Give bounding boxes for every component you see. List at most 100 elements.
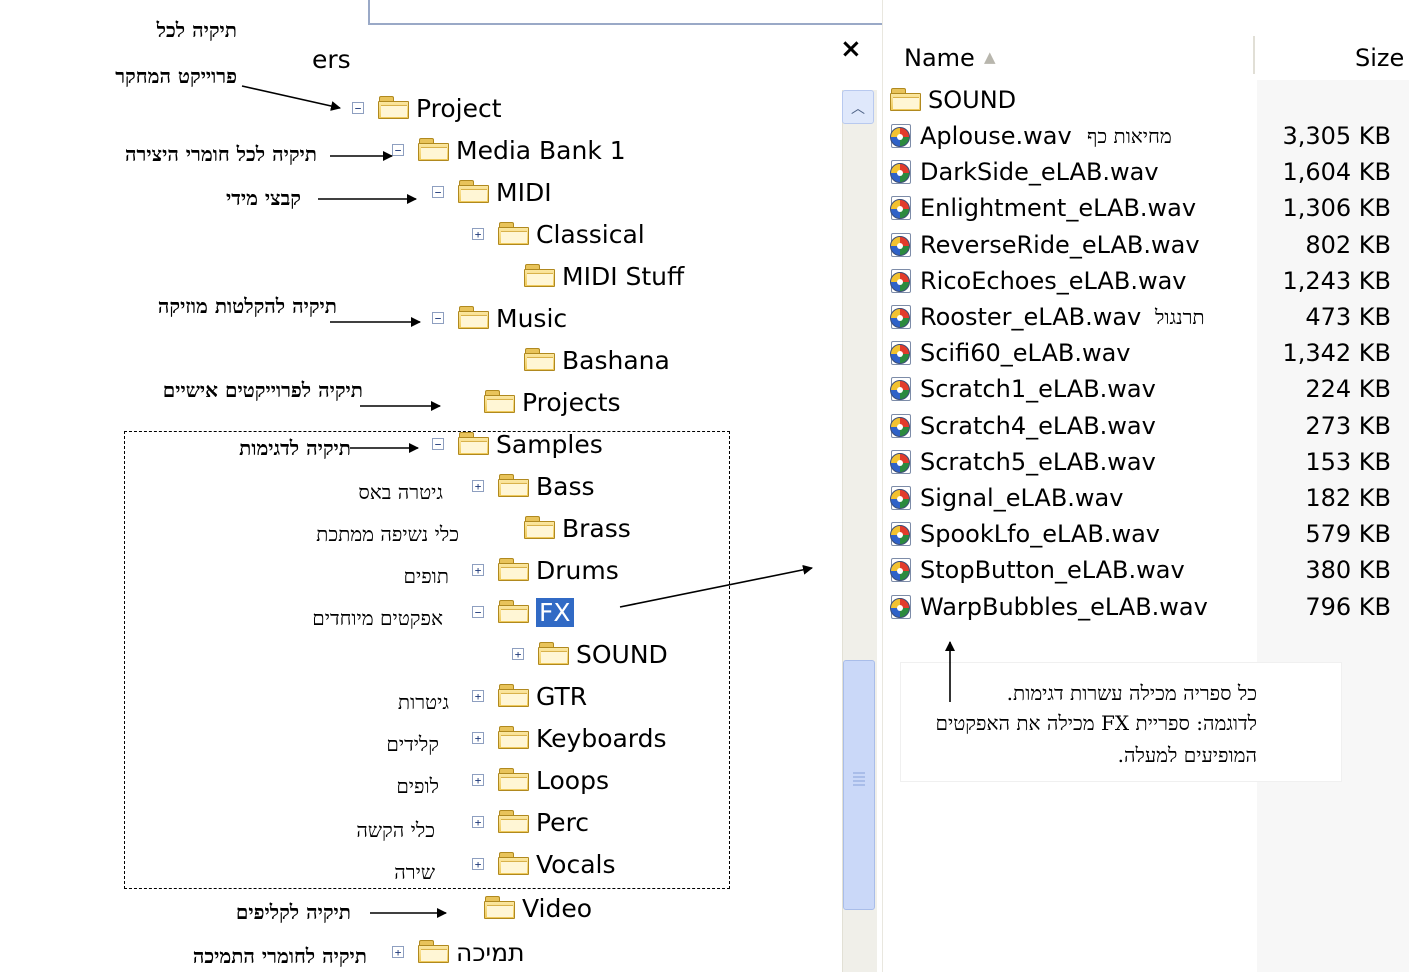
file-size: 1,604 KB (1282, 158, 1391, 187)
file-size: 380 KB (1305, 556, 1391, 585)
folder-icon (418, 940, 450, 964)
file-name: SpookLfo_eLAB.wav (920, 520, 1160, 549)
file-name: Rooster_eLAB.wav (920, 303, 1142, 331)
audio-file-icon (890, 341, 914, 366)
callout-music: תיקיה להקלטות מוזיקה (157, 294, 337, 318)
tree-node-label: Video (522, 893, 593, 923)
collapse-icon[interactable]: − (432, 312, 444, 324)
close-icon[interactable]: × (840, 34, 862, 64)
tree-node-label: Projects (522, 387, 621, 417)
file-row[interactable]: WarpBubbles_eLAB.wav 796 KB (890, 589, 1405, 625)
file-name: Signal_eLAB.wav (920, 484, 1124, 512)
tree-node-label: Music (496, 303, 568, 333)
folder-icon (378, 96, 410, 120)
folder-icon (458, 180, 490, 204)
file-size: 182 KB (1305, 484, 1391, 512)
file-name: Aplouse.wav (920, 122, 1072, 150)
note-keyboards: קלידים (386, 732, 439, 756)
folders-pane-title: ers (312, 45, 351, 74)
tree-node-project[interactable]: − Project (352, 90, 502, 126)
list-item-folder[interactable]: SOUND (890, 82, 1405, 118)
audio-file-icon (890, 377, 914, 402)
file-row[interactable]: ReverseRide_eLAB.wav 802 KB (890, 227, 1405, 263)
callout-support: תיקיה לחומרי התמיכה (192, 944, 367, 968)
file-row[interactable]: Rooster_eLAB.wav תרנגול 473 KB (890, 299, 1405, 335)
file-name: WarpBubbles_eLAB.wav (920, 592, 1208, 621)
tree-node-classical[interactable]: + Classical (472, 216, 645, 252)
folder-icon (484, 896, 516, 920)
expand-icon[interactable]: + (392, 946, 404, 958)
audio-file-icon (890, 232, 914, 257)
file-row[interactable]: SpookLfo_eLAB.wav 579 KB (890, 516, 1405, 552)
collapse-icon[interactable]: − (352, 102, 364, 114)
collapse-icon[interactable]: − (432, 186, 444, 198)
folder-icon (498, 222, 530, 246)
expand-icon[interactable]: + (472, 228, 484, 240)
file-row[interactable]: Signal_eLAB.wav 182 KB (890, 480, 1405, 516)
name-column-header[interactable]: Name (904, 44, 975, 72)
callout-projects: תיקיה לפרוייקטים אישיים (162, 378, 363, 402)
file-row[interactable]: RicoEchoes_eLAB.wav 1,243 KB (890, 263, 1405, 299)
folder-icon (524, 264, 556, 288)
note-vocals: שירה (394, 860, 435, 884)
tree-node-media-bank-1[interactable]: − Media Bank 1 (392, 132, 626, 168)
file-row[interactable]: Scratch4_eLAB.wav 273 KB (890, 408, 1405, 444)
file-name: Enlightment_eLAB.wav (920, 194, 1197, 223)
file-row[interactable]: Scratch1_eLAB.wav 224 KB (890, 371, 1405, 407)
audio-file-icon (890, 196, 914, 221)
audio-file-icon (890, 160, 914, 185)
file-name: Scratch1_eLAB.wav (920, 375, 1156, 404)
file-name: Scratch4_eLAB.wav (920, 411, 1156, 440)
callout-video: תיקיה לקליפים (235, 900, 351, 924)
file-row[interactable]: Aplouse.wav מחיאות כף 3,305 KB (890, 118, 1405, 154)
column-divider[interactable] (1253, 36, 1255, 74)
window-frame-line (368, 0, 370, 24)
tree-node-label: Media Bank 1 (456, 135, 626, 165)
audio-file-icon (890, 305, 914, 329)
tree-node-label: Classical (536, 219, 645, 249)
file-size: 802 KB (1305, 230, 1391, 259)
callout-project: פרוייקט המחקר (115, 64, 237, 88)
tree-node-video[interactable]: Video (458, 890, 592, 926)
tree-node-midi-stuff[interactable]: MIDI Stuff (498, 258, 684, 294)
tree-node-projects[interactable]: Projects (458, 384, 621, 420)
callout-media-bank: תיקיה לכל חומרי היצירה (125, 142, 317, 166)
callout-midi: קבצי מידי (226, 186, 301, 210)
file-name: Scifi60_eLAB.wav (920, 339, 1131, 368)
note-perc: כלי הקשה (356, 818, 435, 842)
file-name: StopButton_eLAB.wav (920, 556, 1185, 585)
tree-node-music[interactable]: − Music (432, 300, 567, 336)
sort-ascending-icon: ▲ (984, 48, 996, 66)
file-note: תרנגול (1155, 304, 1205, 329)
tree-node-bashana[interactable]: Bashana (498, 342, 670, 378)
file-row[interactable]: Enlightment_eLAB.wav 1,306 KB (890, 190, 1405, 226)
file-row[interactable]: Scifi60_eLAB.wav 1,342 KB (890, 335, 1405, 371)
file-size: 3,305 KB (1282, 122, 1391, 150)
folder-icon (524, 348, 556, 372)
note-bass: גיטרה באס (358, 480, 443, 504)
size-column-header[interactable]: Size (1355, 44, 1404, 72)
file-row[interactable]: DarkSide_eLAB.wav 1,604 KB (890, 154, 1405, 190)
callout-project: תיקיה לכל (156, 18, 237, 42)
folder-icon (890, 88, 922, 112)
note-brass: כלי נשיפה ממתכת (316, 522, 459, 546)
tree-node-label: MIDI Stuff (562, 261, 685, 291)
file-row[interactable]: StopButton_eLAB.wav 380 KB (890, 552, 1405, 588)
note-loops: לופים (396, 774, 439, 798)
file-size: 579 KB (1305, 520, 1391, 549)
tree-node-support[interactable]: + תמיכה (392, 934, 525, 970)
file-row[interactable]: Scratch5_eLAB.wav 153 KB (890, 444, 1405, 480)
file-size: 473 KB (1305, 303, 1391, 331)
grip-icon (853, 772, 865, 786)
tree-node-label: Project (416, 93, 502, 123)
audio-file-icon (890, 486, 914, 510)
audio-file-icon (890, 413, 914, 438)
file-name: Scratch5_eLAB.wav (920, 447, 1156, 476)
file-size: 224 KB (1305, 375, 1391, 404)
file-size: 1,306 KB (1282, 194, 1391, 223)
annotation-line: המופיעים למעלה. (1117, 743, 1257, 767)
file-name: ReverseRide_eLAB.wav (920, 230, 1200, 259)
tree-node-midi[interactable]: − MIDI (432, 174, 552, 210)
collapse-icon[interactable]: − (392, 144, 404, 156)
tree-node-label: MIDI (496, 177, 552, 207)
